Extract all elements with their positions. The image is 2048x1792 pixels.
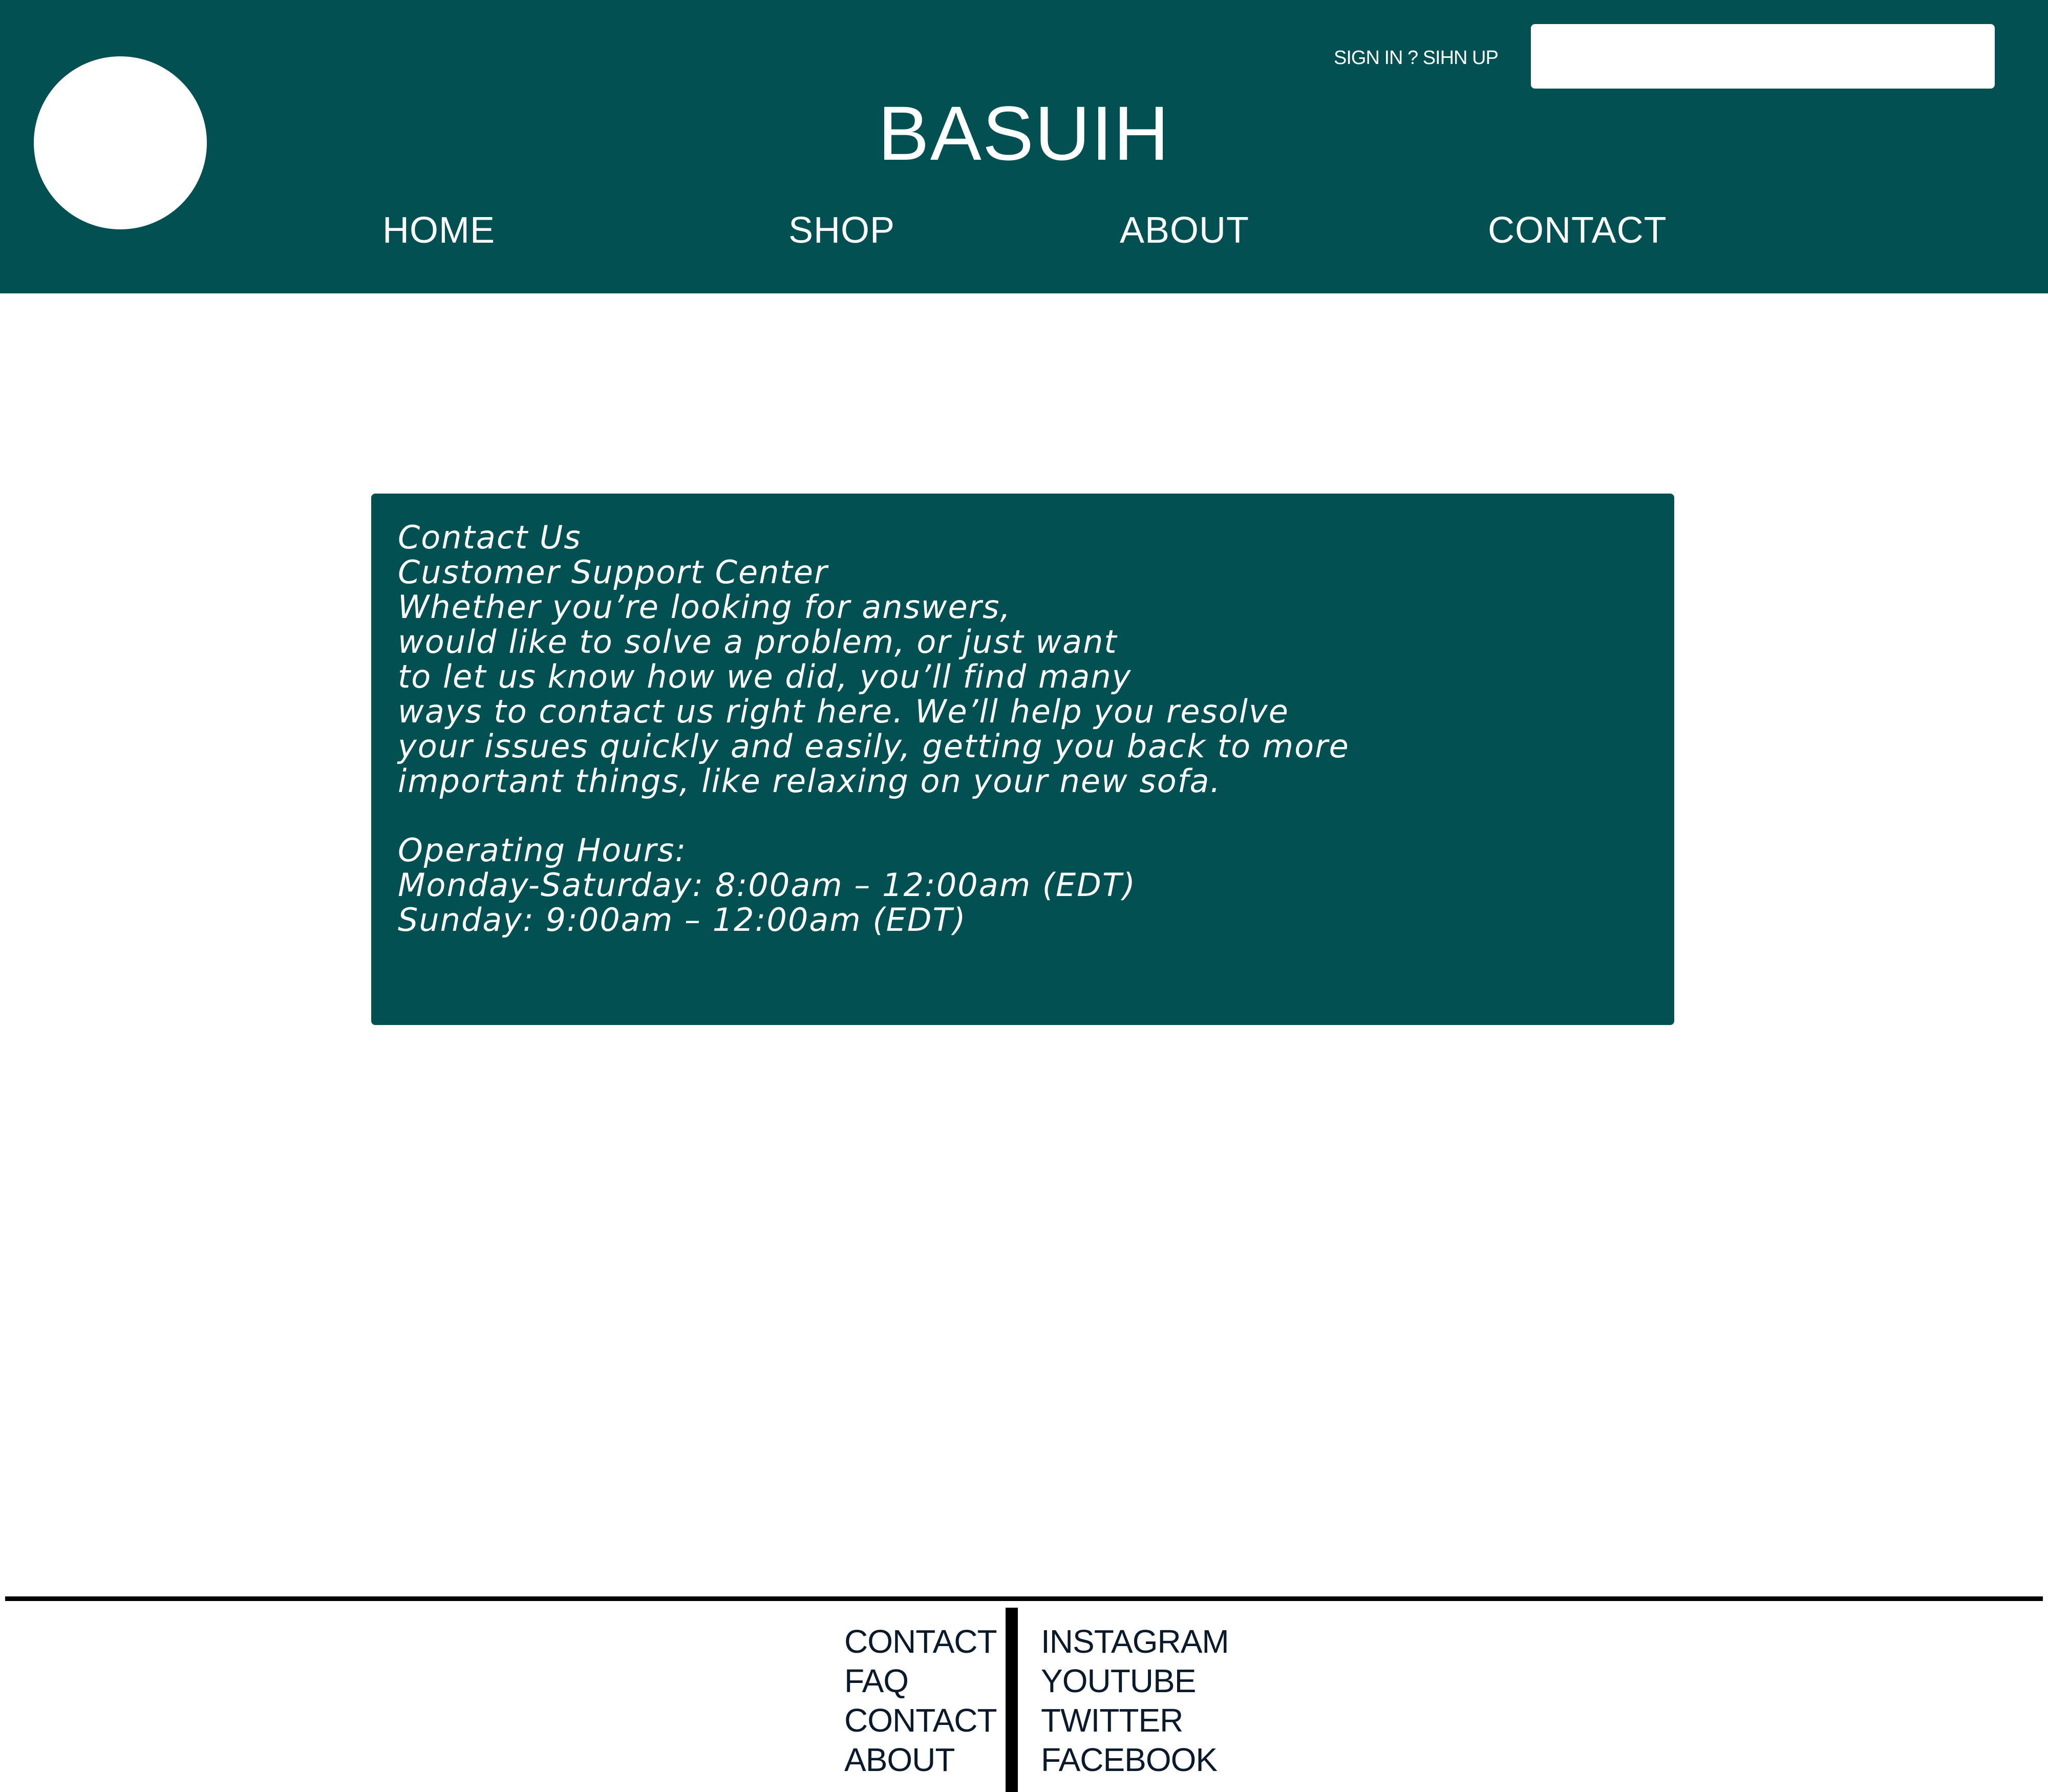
contact-heading: Contact Us xyxy=(398,519,582,556)
weekday-hours: Monday-Saturday: 8:00am – 12:00am (EDT) xyxy=(398,866,1136,904)
brand-title: BASUIH xyxy=(878,90,1170,176)
footer-site-links: CONTACT FAQ CONTACT ABOUT xyxy=(844,1622,997,1780)
contact-paragraph-line: Whether you’re looking for answers, xyxy=(398,588,1012,626)
footer-link-contact[interactable]: CONTACT xyxy=(844,1622,997,1661)
search-input[interactable] xyxy=(1531,24,1995,89)
nav-shop[interactable]: SHOP xyxy=(788,210,895,251)
footer-link-contact-2[interactable]: CONTACT xyxy=(844,1701,997,1740)
footer-link-about[interactable]: ABOUT xyxy=(844,1740,997,1780)
nav-home[interactable]: HOME xyxy=(382,210,495,251)
contact-paragraph-line: your issues quickly and easily, getting … xyxy=(398,728,1350,765)
footer-link-instagram[interactable]: INSTAGRAM xyxy=(1041,1622,1229,1661)
footer-link-youtube[interactable]: YOUTUBE xyxy=(1041,1661,1229,1701)
sunday-hours: Sunday: 9:00am – 12:00am (EDT) xyxy=(398,901,967,938)
footer-divider-line xyxy=(5,1596,2043,1601)
footer-column-divider xyxy=(1006,1608,1018,1792)
contact-panel: Contact Us Customer Support Center Wheth… xyxy=(371,494,1674,1025)
contact-paragraph-line: to let us know how we did, you’ll find m… xyxy=(398,658,1132,695)
site-header: SIGN IN ? SIHN UP BASUIH HOME SHOP ABOUT… xyxy=(0,0,2048,293)
support-center-heading: Customer Support Center xyxy=(398,553,828,591)
contact-text: Contact Us Customer Support Center Wheth… xyxy=(398,520,1657,937)
operating-hours-heading: Operating Hours: xyxy=(398,831,687,869)
footer-link-twitter[interactable]: TWITTER xyxy=(1041,1701,1229,1740)
footer-link-facebook[interactable]: FACEBOOK xyxy=(1041,1740,1229,1780)
footer-link-faq[interactable]: FAQ xyxy=(844,1661,997,1701)
sign-in-sign-up-link[interactable]: SIGN IN ? SIHN UP xyxy=(1334,45,1499,71)
page: SIGN IN ? SIHN UP BASUIH HOME SHOP ABOUT… xyxy=(0,0,2048,1792)
nav-contact[interactable]: CONTACT xyxy=(1488,210,1667,251)
contact-paragraph-line: would like to solve a problem, or just w… xyxy=(398,623,1118,660)
contact-paragraph-line: ways to contact us right here. We’ll hel… xyxy=(398,693,1289,730)
logo-placeholder[interactable] xyxy=(34,56,207,229)
contact-paragraph-line: important things, like relaxing on your … xyxy=(398,762,1222,800)
footer-social-links: INSTAGRAM YOUTUBE TWITTER FACEBOOK xyxy=(1041,1622,1229,1780)
nav-about[interactable]: ABOUT xyxy=(1120,210,1249,251)
